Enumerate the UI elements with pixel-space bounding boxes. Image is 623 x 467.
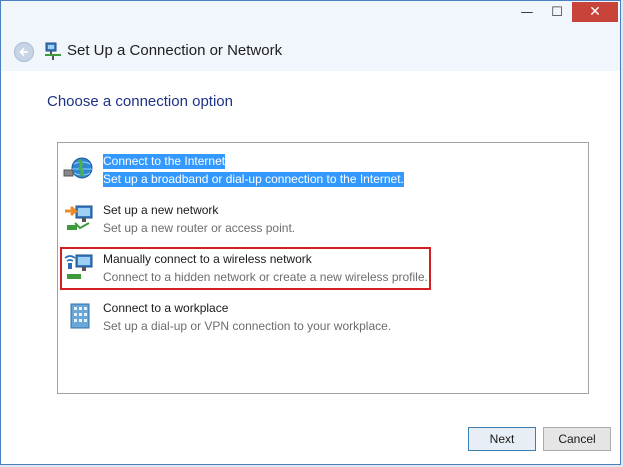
- highlight-annotation: [60, 247, 431, 290]
- option-connect-workplace[interactable]: Connect to a workplace Set up a dial-up …: [63, 299, 433, 335]
- back-button[interactable]: [14, 42, 34, 62]
- next-button[interactable]: Next: [468, 427, 536, 451]
- option-new-network[interactable]: Set up a new network Set up a new router…: [63, 201, 433, 237]
- option-title: Connect to the Internet: [103, 154, 226, 169]
- workplace-icon: [70, 303, 90, 329]
- cancel-button[interactable]: Cancel: [543, 427, 611, 451]
- new-network-icon: [65, 205, 93, 230]
- network-wizard-icon: [45, 42, 61, 60]
- back-arrow-icon: [19, 47, 28, 57]
- maximize-button[interactable]: ☐: [544, 1, 570, 23]
- option-title: Connect to a workplace: [103, 301, 229, 315]
- option-connect-internet[interactable]: Connect to the Internet Set up a broadba…: [63, 152, 433, 188]
- wizard-title: Set Up a Connection or Network: [67, 42, 283, 59]
- option-description: Set up a dial-up or VPN connection to yo…: [103, 319, 392, 333]
- minimize-button[interactable]: —: [514, 1, 540, 23]
- option-description: Set up a new router or access point.: [103, 221, 296, 235]
- option-title: Set up a new network: [103, 203, 219, 217]
- close-button[interactable]: ✕: [572, 2, 618, 22]
- globe-network-icon: [63, 157, 93, 179]
- option-description: Set up a broadband or dial-up connection…: [103, 172, 404, 187]
- page-heading: Choose a connection option: [47, 93, 233, 110]
- setup-connection-window: — ☐ ✕ Set Up a Connection or Network Cho…: [0, 0, 621, 465]
